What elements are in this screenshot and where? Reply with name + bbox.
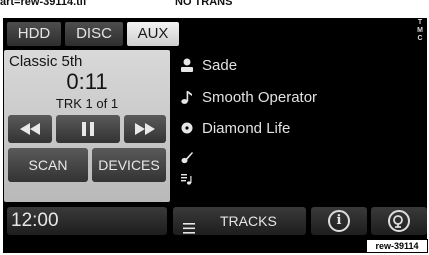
list-item-album: Diamond Life: [173, 115, 427, 141]
clock-display[interactable]: 12:00: [7, 207, 167, 235]
album-icon: [177, 122, 197, 134]
fast-forward-icon: [135, 123, 155, 135]
elapsed-time: 0:11: [66, 69, 108, 94]
scan-button[interactable]: SCAN: [8, 148, 88, 182]
rewind-button[interactable]: [8, 115, 52, 143]
track-counter: TRK 1 of 1: [55, 96, 119, 111]
rewind-icon: [20, 123, 40, 135]
pause-button[interactable]: [56, 115, 120, 143]
pause-icon: [82, 122, 94, 136]
translation-note: NO TRANS: [175, 0, 233, 8]
track-info-list: Sade Smooth Operator Diamond Life: [173, 50, 427, 200]
list-icon: [183, 215, 195, 243]
tab-aux[interactable]: AUX: [127, 22, 179, 46]
playlist-icon: [177, 173, 197, 185]
tracks-button[interactable]: TRACKS: [173, 207, 306, 235]
fast-forward-button[interactable]: [124, 115, 166, 143]
tab-hdd[interactable]: HDD: [7, 22, 61, 46]
voice-command-icon: [388, 210, 410, 232]
genre-icon: [177, 151, 197, 164]
file-name-label: art=rew-39114.tif: [0, 0, 87, 8]
tmc-indicator: T M C: [417, 19, 423, 42]
reference-tag: rew-39114: [366, 239, 428, 253]
source-tab-bar: HDD DISC AUX T M C: [3, 18, 427, 50]
now-playing-panel: Classic 5th 0:11 TRK 1 of 1 SCAN DEVICES: [4, 50, 170, 202]
tab-disc[interactable]: DISC: [65, 22, 123, 46]
radio-screen: HDD DISC AUX T M C Classic 5th 0:11 TRK …: [3, 18, 427, 253]
artist-icon: [177, 58, 197, 72]
list-item-song: Smooth Operator: [173, 84, 427, 110]
tracks-label: TRACKS: [220, 213, 277, 229]
info-icon: i: [328, 210, 350, 232]
document-header: art=rew-39114.tif NO TRANS: [0, 0, 429, 18]
song-title: Smooth Operator: [202, 88, 318, 106]
artist-name: Sade: [202, 56, 238, 74]
song-icon: [177, 90, 197, 104]
list-item-artist: Sade: [173, 52, 427, 78]
album-title: Diamond Life: [202, 119, 291, 137]
info-button[interactable]: i: [311, 207, 367, 235]
voice-command-button[interactable]: [371, 207, 427, 235]
station-name: Classic 5th: [9, 53, 83, 70]
devices-button[interactable]: DEVICES: [92, 148, 166, 182]
list-item-playlist: [173, 166, 427, 192]
bottom-bar: 12:00 TRACKS i: [3, 204, 427, 239]
